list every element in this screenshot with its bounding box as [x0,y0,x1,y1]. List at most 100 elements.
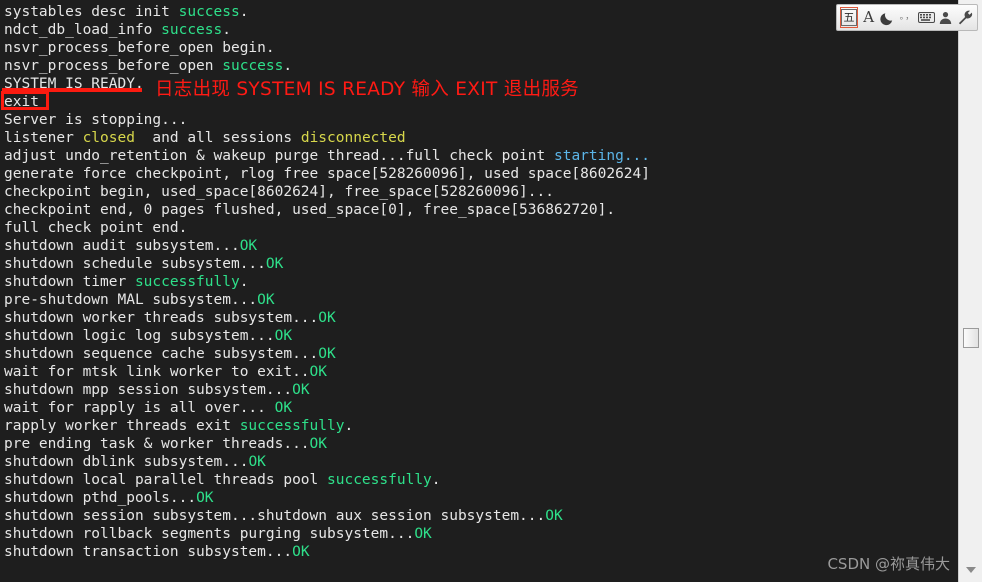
wrench-icon[interactable] [957,7,974,28]
terminal-text-segment: shutdown mpp session subsystem... [4,382,293,398]
terminal-line: shutdown worker threads subsystem...OK [4,309,958,327]
scrollbar-down-arrow-icon[interactable] [966,567,976,573]
terminal-text-segment: shutdown dblink subsystem... [4,454,249,470]
terminal-text-segment: closed [82,130,135,146]
terminal-text-segment: shutdown worker threads subsystem... [4,310,319,326]
terminal-text-segment: OK [309,436,328,452]
terminal-line: shutdown local parallel threads pool suc… [4,471,958,489]
ime-punct-glyph: 。， [899,12,916,22]
terminal-text-segment: shutdown timer [4,274,135,290]
terminal-text-segment: shutdown session subsystem...shutdown au… [4,508,546,524]
terminal-text-segment: wait for rapply is all over... [4,400,275,416]
terminal-line: Server is stopping... [4,111,958,129]
terminal-text-segment: OK [545,508,563,524]
terminal-text-segment: shutdown schedule subsystem... [4,256,266,272]
terminal-line: wait for rapply is all over... OK [4,399,958,417]
terminal-text-segment: OK [318,346,336,362]
terminal-text-segment: systables desc init [4,4,179,20]
terminal-line: systables desc init success. [4,3,958,21]
terminal-text-segment: wait for mtsk link worker to exit.. [4,364,310,380]
terminal-text-segment: . [283,58,293,74]
terminal-text-segment: . [431,472,441,488]
terminal-line: ndct_db_load_info success. [4,21,958,39]
terminal-line: checkpoint end, 0 pages flushed, used_sp… [4,201,958,219]
terminal-line: pre-shutdown MAL subsystem...OK [4,291,958,309]
terminal-line: nsvr_process_before_open success. [4,57,958,75]
terminal-text-segment: success [161,22,223,38]
terminal-text-segment: rapply worker threads exit [4,418,240,434]
terminal-line: shutdown audit subsystem...OK [4,237,958,255]
terminal-text-segment: OK [274,400,293,416]
terminal-text-segment: pre ending task & worker threads... [4,436,310,452]
terminal-line: shutdown transaction subsystem...OK [4,543,958,561]
soft-keyboard-person-icon[interactable] [937,7,954,28]
terminal-text-segment: shutdown audit subsystem... [4,238,240,254]
moon-icon[interactable] [879,7,896,28]
terminal-line: pre ending task & worker threads...OK [4,435,958,453]
terminal-text-segment: OK [292,382,310,398]
terminal-text-segment: OK [318,310,336,326]
terminal-line: nsvr_process_before_open begin. [4,39,958,57]
terminal-line: shutdown schedule subsystem...OK [4,255,958,273]
terminal-text-segment: disconnected [300,130,406,146]
terminal-text-segment: ndct_db_load_info [4,22,162,38]
terminal-text-segment: ... [623,148,651,164]
terminal-text-segment: successfully [239,418,345,434]
terminal-text-segment: success [222,58,284,74]
terminal-line: shutdown rollback segments purging subsy… [4,525,958,543]
terminal-line: full check point end. [4,219,958,237]
terminal-line: generate force checkpoint, rlog free spa… [4,165,958,183]
terminal-text-segment: OK [414,526,432,542]
terminal-text-segment: generate force checkpoint, rlog free spa… [4,166,651,182]
ime-toolbar[interactable]: 五 A 。， [836,4,978,31]
terminal-window: systables desc init success. ndct_db_load… [0,0,982,582]
terminal-line: shutdown pthd_pools...OK [4,489,958,507]
terminal-line: checkpoint begin, used_space[8602624], f… [4,183,958,201]
terminal-text-segment: shutdown local parallel threads pool [4,472,328,488]
terminal-text-segment: nsvr_process_before_open [4,58,223,74]
terminal-line: wait for mtsk link worker to exit..OK [4,363,958,381]
vertical-scrollbar[interactable] [958,0,982,582]
terminal-text-segment: nsvr_process_before_open begin. [4,40,275,56]
terminal-text-segment: pre-shutdown MAL subsystem... [4,292,258,308]
terminal-text-segment: successfully [327,472,432,488]
ime-mode-glyph: 五 [841,9,857,26]
keyboard-icon[interactable] [918,7,936,28]
terminal-text-segment: . [222,22,231,38]
terminal-text-segment: OK [274,328,293,344]
terminal-text-segment: OK [248,454,266,470]
terminal-text-segment: OK [309,364,328,380]
terminal-text-segment: full check point end. [4,220,188,236]
terminal-text-segment: successfully [134,274,240,290]
terminal-text-segment: . [239,4,249,20]
terminal-line: shutdown logic log subsystem...OK [4,327,958,345]
terminal-line: listener closed and all sessions disconn… [4,129,958,147]
terminal-line: shutdown session subsystem...shutdown au… [4,507,958,525]
ime-punctuation-icon[interactable]: 。， [899,7,916,28]
terminal-text-segment: shutdown pthd_pools... [4,490,197,506]
terminal-text-segment: OK [239,238,258,254]
terminal-text-segment: . [344,418,354,434]
terminal-line: shutdown mpp session subsystem...OK [4,381,958,399]
csdn-watermark: CSDN @祢真伟大 [827,555,950,573]
terminal-line: shutdown sequence cache subsystem...OK [4,345,958,363]
terminal-text-segment: shutdown rollback segments purging subsy… [4,526,415,542]
terminal-text-segment: listener [4,130,83,146]
scrollbar-thumb[interactable] [963,328,979,348]
terminal-text-segment: starting [553,148,624,164]
ime-fullwidth-letter-icon[interactable]: A [860,7,877,28]
terminal-text-segment: . [239,274,249,290]
terminal-text-segment: shutdown logic log subsystem... [4,328,275,344]
terminal-text-segment: OK [196,490,214,506]
terminal-text-segment: success [178,4,240,20]
terminal-line: rapply worker threads exit successfully. [4,417,958,435]
annotation-note-text: 日志出现 SYSTEM IS READY 输入 EXIT 退出服务 [155,79,579,100]
annotation-highlight-box [1,91,49,110]
terminal-line: shutdown dblink subsystem...OK [4,453,958,471]
terminal-text-segment: OK [257,292,275,308]
terminal-line: shutdown timer successfully. [4,273,958,291]
terminal-text-segment: adjust undo_retention & wakeup purge thr… [4,148,554,164]
terminal-line: adjust undo_retention & wakeup purge thr… [4,147,958,165]
terminal-text-segment: shutdown transaction subsystem... [4,544,293,560]
ime-input-mode-icon[interactable]: 五 [840,7,858,28]
